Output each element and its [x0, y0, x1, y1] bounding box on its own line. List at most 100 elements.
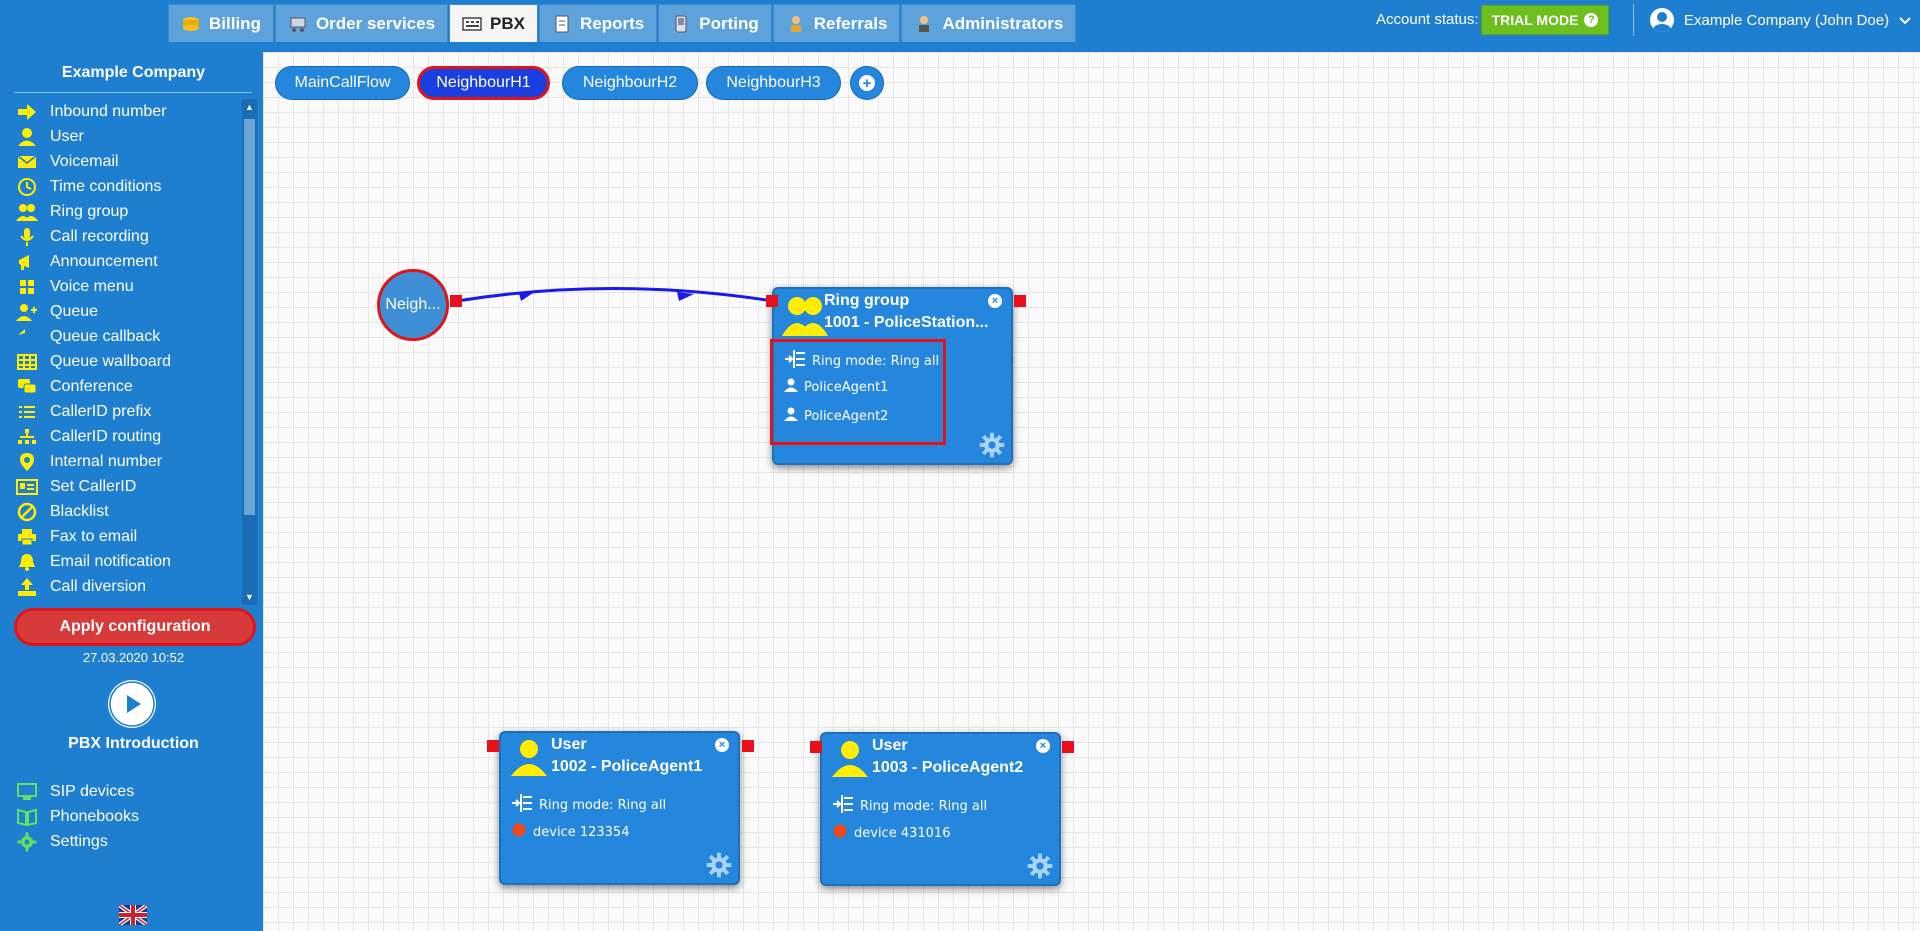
tab-label: Porting — [699, 13, 759, 33]
start-node[interactable]: Neigh... — [377, 269, 449, 341]
user-node-1002[interactable]: User 1002 - PoliceAgent1 × Ring mode: Ri… — [499, 731, 740, 885]
sidebar-item-email-notification[interactable]: Email notification — [6, 549, 243, 574]
sidebar-item-sip-devices[interactable]: SIP devices — [6, 779, 243, 804]
sidebar-scrollbar[interactable]: ▲ ▼ — [242, 99, 257, 605]
sidebar-item-label: CallerID routing — [50, 427, 162, 445]
sidebar-item-voicemail[interactable]: Voicemail — [6, 149, 243, 174]
call-flow-canvas[interactable]: MainCallFlow NeighbourH1 NeighbourH2 Nei… — [263, 52, 1920, 931]
scroll-down-icon[interactable]: ▼ — [242, 589, 257, 605]
device-row: device 123354 — [511, 822, 629, 842]
sidebar-item-settings[interactable]: Settings — [6, 829, 243, 854]
pbx-introduction-link[interactable]: PBX Introduction — [6, 735, 261, 753]
ring-mode-text: Ring mode: Ring all — [860, 798, 988, 814]
tab-pbx[interactable]: PBX — [449, 4, 539, 42]
sidebar-item-voice-menu[interactable]: Voice menu — [6, 274, 243, 299]
avatar-icon — [1650, 8, 1674, 32]
sidebar-item-set-callerid[interactable]: Set CallerID — [6, 474, 243, 499]
trial-mode-text: TRIAL MODE — [1491, 12, 1579, 28]
sidebar-item-time-conditions[interactable]: Time conditions — [6, 174, 243, 199]
sidebar-item-callerid-prefix[interactable]: CallerID prefix — [6, 399, 243, 424]
sidebar-item-queue[interactable]: Queue — [6, 299, 243, 324]
sidebar-item-ring-group[interactable]: Ring group — [6, 199, 243, 224]
ring-mode-row: Ring mode: Ring all — [511, 793, 666, 817]
play-icon[interactable] — [108, 680, 156, 728]
close-icon[interactable]: × — [988, 294, 1002, 308]
input-connector[interactable] — [766, 295, 778, 307]
ban-icon — [16, 502, 38, 522]
output-connector[interactable] — [742, 740, 754, 752]
sidebar-item-queue-callback[interactable]: Queue callback — [6, 324, 243, 349]
apply-configuration-button[interactable]: Apply configuration — [14, 608, 256, 646]
user-menu[interactable]: Example Company (John Doe) — [1650, 8, 1911, 32]
gear-icon[interactable] — [1027, 853, 1053, 879]
sidebar-item-label: Call recording — [50, 227, 149, 245]
scrollbar-thumb[interactable] — [244, 119, 255, 515]
tab-label: Administrators — [942, 13, 1064, 33]
tab-order-services[interactable]: Order services — [274, 4, 449, 42]
id-card-icon — [16, 477, 38, 497]
sidebar-item-fax-to-email[interactable]: Fax to email — [6, 524, 243, 549]
close-icon[interactable]: × — [1036, 739, 1050, 753]
user-icon — [509, 738, 555, 782]
input-connector[interactable] — [810, 741, 822, 753]
sidebar-item-label: Set CallerID — [50, 477, 137, 495]
group-icon — [16, 202, 38, 222]
sidebar-item-call-diversion[interactable]: Call diversion — [6, 574, 243, 599]
input-connector[interactable] — [487, 740, 499, 752]
device-name: device 123354 — [533, 824, 630, 840]
sidebar-item-internal-number[interactable]: Internal number — [6, 449, 243, 474]
sidebar-item-announcement[interactable]: Announcement — [6, 249, 243, 274]
close-icon[interactable]: × — [715, 738, 729, 752]
sidebar-item-callerid-routing[interactable]: CallerID routing — [6, 424, 243, 449]
gear-icon[interactable] — [706, 852, 732, 878]
table-icon — [16, 352, 38, 372]
envelope-icon — [16, 152, 38, 172]
tab-administrators[interactable]: Administrators — [901, 4, 1077, 42]
clock-icon — [16, 177, 38, 197]
output-connector[interactable] — [1062, 741, 1074, 753]
sidebar-item-inbound-number[interactable]: Inbound number — [6, 99, 243, 124]
user-plus-icon — [16, 302, 38, 322]
main-tabs: Billing Order services PBX Reports Porti… — [168, 4, 1077, 42]
microphone-icon — [16, 227, 38, 247]
group-icon — [782, 294, 828, 338]
report-icon — [552, 15, 572, 33]
grid-icon — [16, 277, 38, 297]
sidebar-item-call-recording[interactable]: Call recording — [6, 224, 243, 249]
ring-group-node[interactable]: Ring group 1001 - PoliceStation... × Rin… — [770, 287, 1013, 465]
sidebar-item-label: Queue callback — [50, 327, 161, 345]
ring-mode-text: Ring mode: Ring all — [539, 797, 667, 813]
scroll-up-icon[interactable]: ▲ — [242, 99, 257, 115]
sidebar-item-queue-wallboard[interactable]: Queue wallboard — [6, 349, 243, 374]
cart-icon — [288, 15, 308, 33]
component-menu: Inbound number User Voicemail Time condi… — [6, 99, 243, 605]
node-subtitle: 1003 - PoliceAgent2 — [872, 759, 1024, 776]
user-name: Example Company (John Doe) — [1684, 11, 1890, 29]
device-row: device 431016 — [832, 823, 950, 843]
tab-label: Billing — [209, 13, 261, 33]
tab-billing[interactable]: Billing — [168, 4, 274, 42]
admin-icon — [914, 15, 934, 33]
output-connector[interactable] — [450, 295, 462, 307]
output-connector[interactable] — [1014, 295, 1026, 307]
gear-icon[interactable] — [979, 432, 1005, 458]
sidebar-item-user[interactable]: User — [6, 124, 243, 149]
trial-mode-badge[interactable]: TRIAL MODE ? — [1481, 5, 1609, 35]
book-icon — [16, 807, 38, 827]
sidebar-item-phonebooks[interactable]: Phonebooks — [6, 804, 243, 829]
reply-icon — [16, 327, 38, 347]
sidebar-item-label: Queue — [50, 302, 99, 320]
tab-referrals[interactable]: Referrals — [772, 4, 901, 42]
divider — [14, 92, 252, 93]
sidebar-item-blacklist[interactable]: Blacklist — [6, 499, 243, 524]
uk-flag-icon[interactable] — [117, 903, 149, 927]
sidebar-item-label: Announcement — [50, 252, 158, 270]
device-name: device 431016 — [854, 825, 951, 841]
sidebar: Example Company Inbound number User Voic… — [6, 52, 261, 931]
sidebar-item-conference[interactable]: Conference — [6, 374, 243, 399]
tab-porting[interactable]: Porting — [658, 4, 772, 42]
sidebar-item-label: Internal number — [50, 452, 163, 470]
user-node-1003[interactable]: User 1003 - PoliceAgent2 × Ring mode: Ri… — [820, 732, 1061, 886]
tab-reports[interactable]: Reports — [539, 4, 658, 42]
sidebar-item-label: Inbound number — [50, 102, 167, 120]
